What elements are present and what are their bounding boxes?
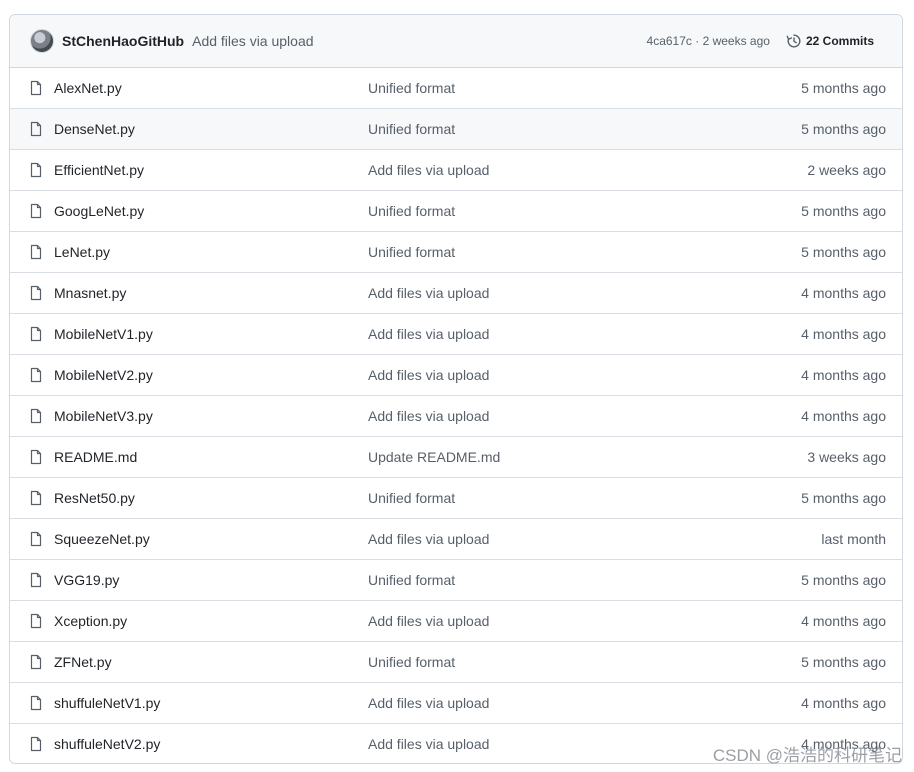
latest-commit-header: StChenHaoGitHub Add files via upload 4ca… xyxy=(10,15,902,68)
file-commit-age: 5 months ago xyxy=(801,121,886,137)
file-row[interactable]: README.md Update README.md 3 weeks ago xyxy=(10,436,902,477)
file-commit-age: 3 weeks ago xyxy=(807,449,886,465)
file-icon xyxy=(28,121,44,137)
commit-meta: 4ca617c · 2 weeks ago xyxy=(647,34,770,48)
file-name-link[interactable]: shuffuleNetV2.py xyxy=(54,736,368,752)
file-row[interactable]: ResNet50.py Unified format 5 months ago xyxy=(10,477,902,518)
file-icon xyxy=(28,613,44,629)
file-commit-message-link[interactable]: Unified format xyxy=(368,654,801,670)
file-commit-age: last month xyxy=(821,531,886,547)
file-commit-age: 4 months ago xyxy=(801,285,886,301)
commit-time: 2 weeks ago xyxy=(702,34,770,48)
file-row[interactable]: shuffuleNetV2.py Add files via upload 4 mo… xyxy=(10,723,902,763)
file-icon xyxy=(28,572,44,588)
file-commit-age: 5 months ago xyxy=(801,490,886,506)
file-icon xyxy=(28,695,44,711)
file-commit-message-link[interactable]: Add files via upload xyxy=(368,408,801,424)
file-commit-age: 5 months ago xyxy=(801,203,886,219)
file-icon xyxy=(28,654,44,670)
file-commit-message-link[interactable]: Unified format xyxy=(368,80,801,96)
file-commit-message-link[interactable]: Add files via upload xyxy=(368,736,801,752)
file-icon xyxy=(28,367,44,383)
file-commit-age: 4 months ago xyxy=(801,695,886,711)
file-commit-age: 4 months ago xyxy=(801,613,886,629)
file-commit-age: 4 months ago xyxy=(801,326,886,342)
file-row[interactable]: MobileNetV1.py Add files via upload 4 mont… xyxy=(10,313,902,354)
file-commit-message-link[interactable]: Add files via upload xyxy=(368,285,801,301)
repo-file-browser: StChenHaoGitHub Add files via upload 4ca… xyxy=(9,14,903,764)
file-row[interactable]: MobileNetV3.py Add files via upload 4 mont… xyxy=(10,395,902,436)
avatar[interactable] xyxy=(30,29,54,53)
file-row[interactable]: DenseNet.py Unified format 5 months ago xyxy=(10,108,902,149)
file-row[interactable]: AlexNet.py Unified format 5 months ago xyxy=(10,68,902,108)
file-name-link[interactable]: ResNet50.py xyxy=(54,490,368,506)
file-name-link[interactable]: DenseNet.py xyxy=(54,121,368,137)
file-commit-message-link[interactable]: Add files via upload xyxy=(368,162,807,178)
file-name-link[interactable]: SqueezeNet.py xyxy=(54,531,368,547)
history-icon xyxy=(786,34,801,48)
file-commit-message-link[interactable]: Unified format xyxy=(368,572,801,588)
file-icon xyxy=(28,490,44,506)
file-row[interactable]: Mnasnet.py Add files via upload 4 months a… xyxy=(10,272,902,313)
commit-sha-link[interactable]: 4ca617c xyxy=(647,34,692,48)
file-name-link[interactable]: shuffuleNetV1.py xyxy=(54,695,368,711)
file-commit-message-link[interactable]: Unified format xyxy=(368,203,801,219)
file-icon xyxy=(28,326,44,342)
file-row[interactable]: EfficientNet.py Add files via upload 2 wee… xyxy=(10,149,902,190)
file-icon xyxy=(28,203,44,219)
file-commit-age: 5 months ago xyxy=(801,80,886,96)
file-commit-age: 5 months ago xyxy=(801,572,886,588)
file-name-link[interactable]: VGG19.py xyxy=(54,572,368,588)
file-icon xyxy=(28,736,44,752)
file-name-link[interactable]: MobileNetV1.py xyxy=(54,326,368,342)
file-name-link[interactable]: MobileNetV2.py xyxy=(54,367,368,383)
file-commit-message-link[interactable]: Unified format xyxy=(368,121,801,137)
file-name-link[interactable]: AlexNet.py xyxy=(54,80,368,96)
file-icon xyxy=(28,162,44,178)
file-name-link[interactable]: ZFNet.py xyxy=(54,654,368,670)
file-row[interactable]: MobileNetV2.py Add files via upload 4 mont… xyxy=(10,354,902,395)
commit-meta-separator: · xyxy=(691,34,703,48)
file-row[interactable]: GoogLeNet.py Unified format 5 months ago xyxy=(10,190,902,231)
commit-message-link[interactable]: Add files via upload xyxy=(192,33,313,49)
file-row[interactable]: shuffuleNetV1.py Add files via upload 4 mo… xyxy=(10,682,902,723)
file-row[interactable]: SqueezeNet.py Add files via upload last mo… xyxy=(10,518,902,559)
file-commit-message-link[interactable]: Add files via upload xyxy=(368,695,801,711)
file-icon xyxy=(28,285,44,301)
file-name-link[interactable]: Mnasnet.py xyxy=(54,285,368,301)
file-commit-age: 4 months ago xyxy=(801,736,886,752)
file-name-link[interactable]: LeNet.py xyxy=(54,244,368,260)
file-name-link[interactable]: Xception.py xyxy=(54,613,368,629)
file-commit-message-link[interactable]: Add files via upload xyxy=(368,326,801,342)
commit-author-link[interactable]: StChenHaoGitHub xyxy=(62,33,184,49)
file-name-link[interactable]: README.md xyxy=(54,449,368,465)
file-commit-message-link[interactable]: Add files via upload xyxy=(368,367,801,383)
file-icon xyxy=(28,80,44,96)
commits-count-label: 22 Commits xyxy=(805,34,874,48)
file-commit-age: 5 months ago xyxy=(801,654,886,670)
file-row[interactable]: ZFNet.py Unified format 5 months ago xyxy=(10,641,902,682)
file-icon xyxy=(28,531,44,547)
file-name-link[interactable]: EfficientNet.py xyxy=(54,162,368,178)
file-row[interactable]: LeNet.py Unified format 5 months ago xyxy=(10,231,902,272)
file-commit-age: 4 months ago xyxy=(801,408,886,424)
file-commit-message-link[interactable]: Add files via upload xyxy=(368,613,801,629)
file-commit-message-link[interactable]: Add files via upload xyxy=(368,531,821,547)
file-icon xyxy=(28,449,44,465)
file-row[interactable]: Xception.py Add files via upload 4 months … xyxy=(10,600,902,641)
commits-history-link[interactable]: 22 Commits xyxy=(786,33,886,49)
file-commit-age: 4 months ago xyxy=(801,367,886,383)
file-row[interactable]: VGG19.py Unified format 5 months ago xyxy=(10,559,902,600)
file-commit-message-link[interactable]: Update README.md xyxy=(368,449,807,465)
file-list: AlexNet.py Unified format 5 months ago Dens… xyxy=(10,68,902,763)
file-commit-age: 5 months ago xyxy=(801,244,886,260)
file-name-link[interactable]: GoogLeNet.py xyxy=(54,203,368,219)
file-name-link[interactable]: MobileNetV3.py xyxy=(54,408,368,424)
file-icon xyxy=(28,408,44,424)
file-icon xyxy=(28,244,44,260)
file-commit-age: 2 weeks ago xyxy=(807,162,886,178)
file-commit-message-link[interactable]: Unified format xyxy=(368,490,801,506)
file-commit-message-link[interactable]: Unified format xyxy=(368,244,801,260)
